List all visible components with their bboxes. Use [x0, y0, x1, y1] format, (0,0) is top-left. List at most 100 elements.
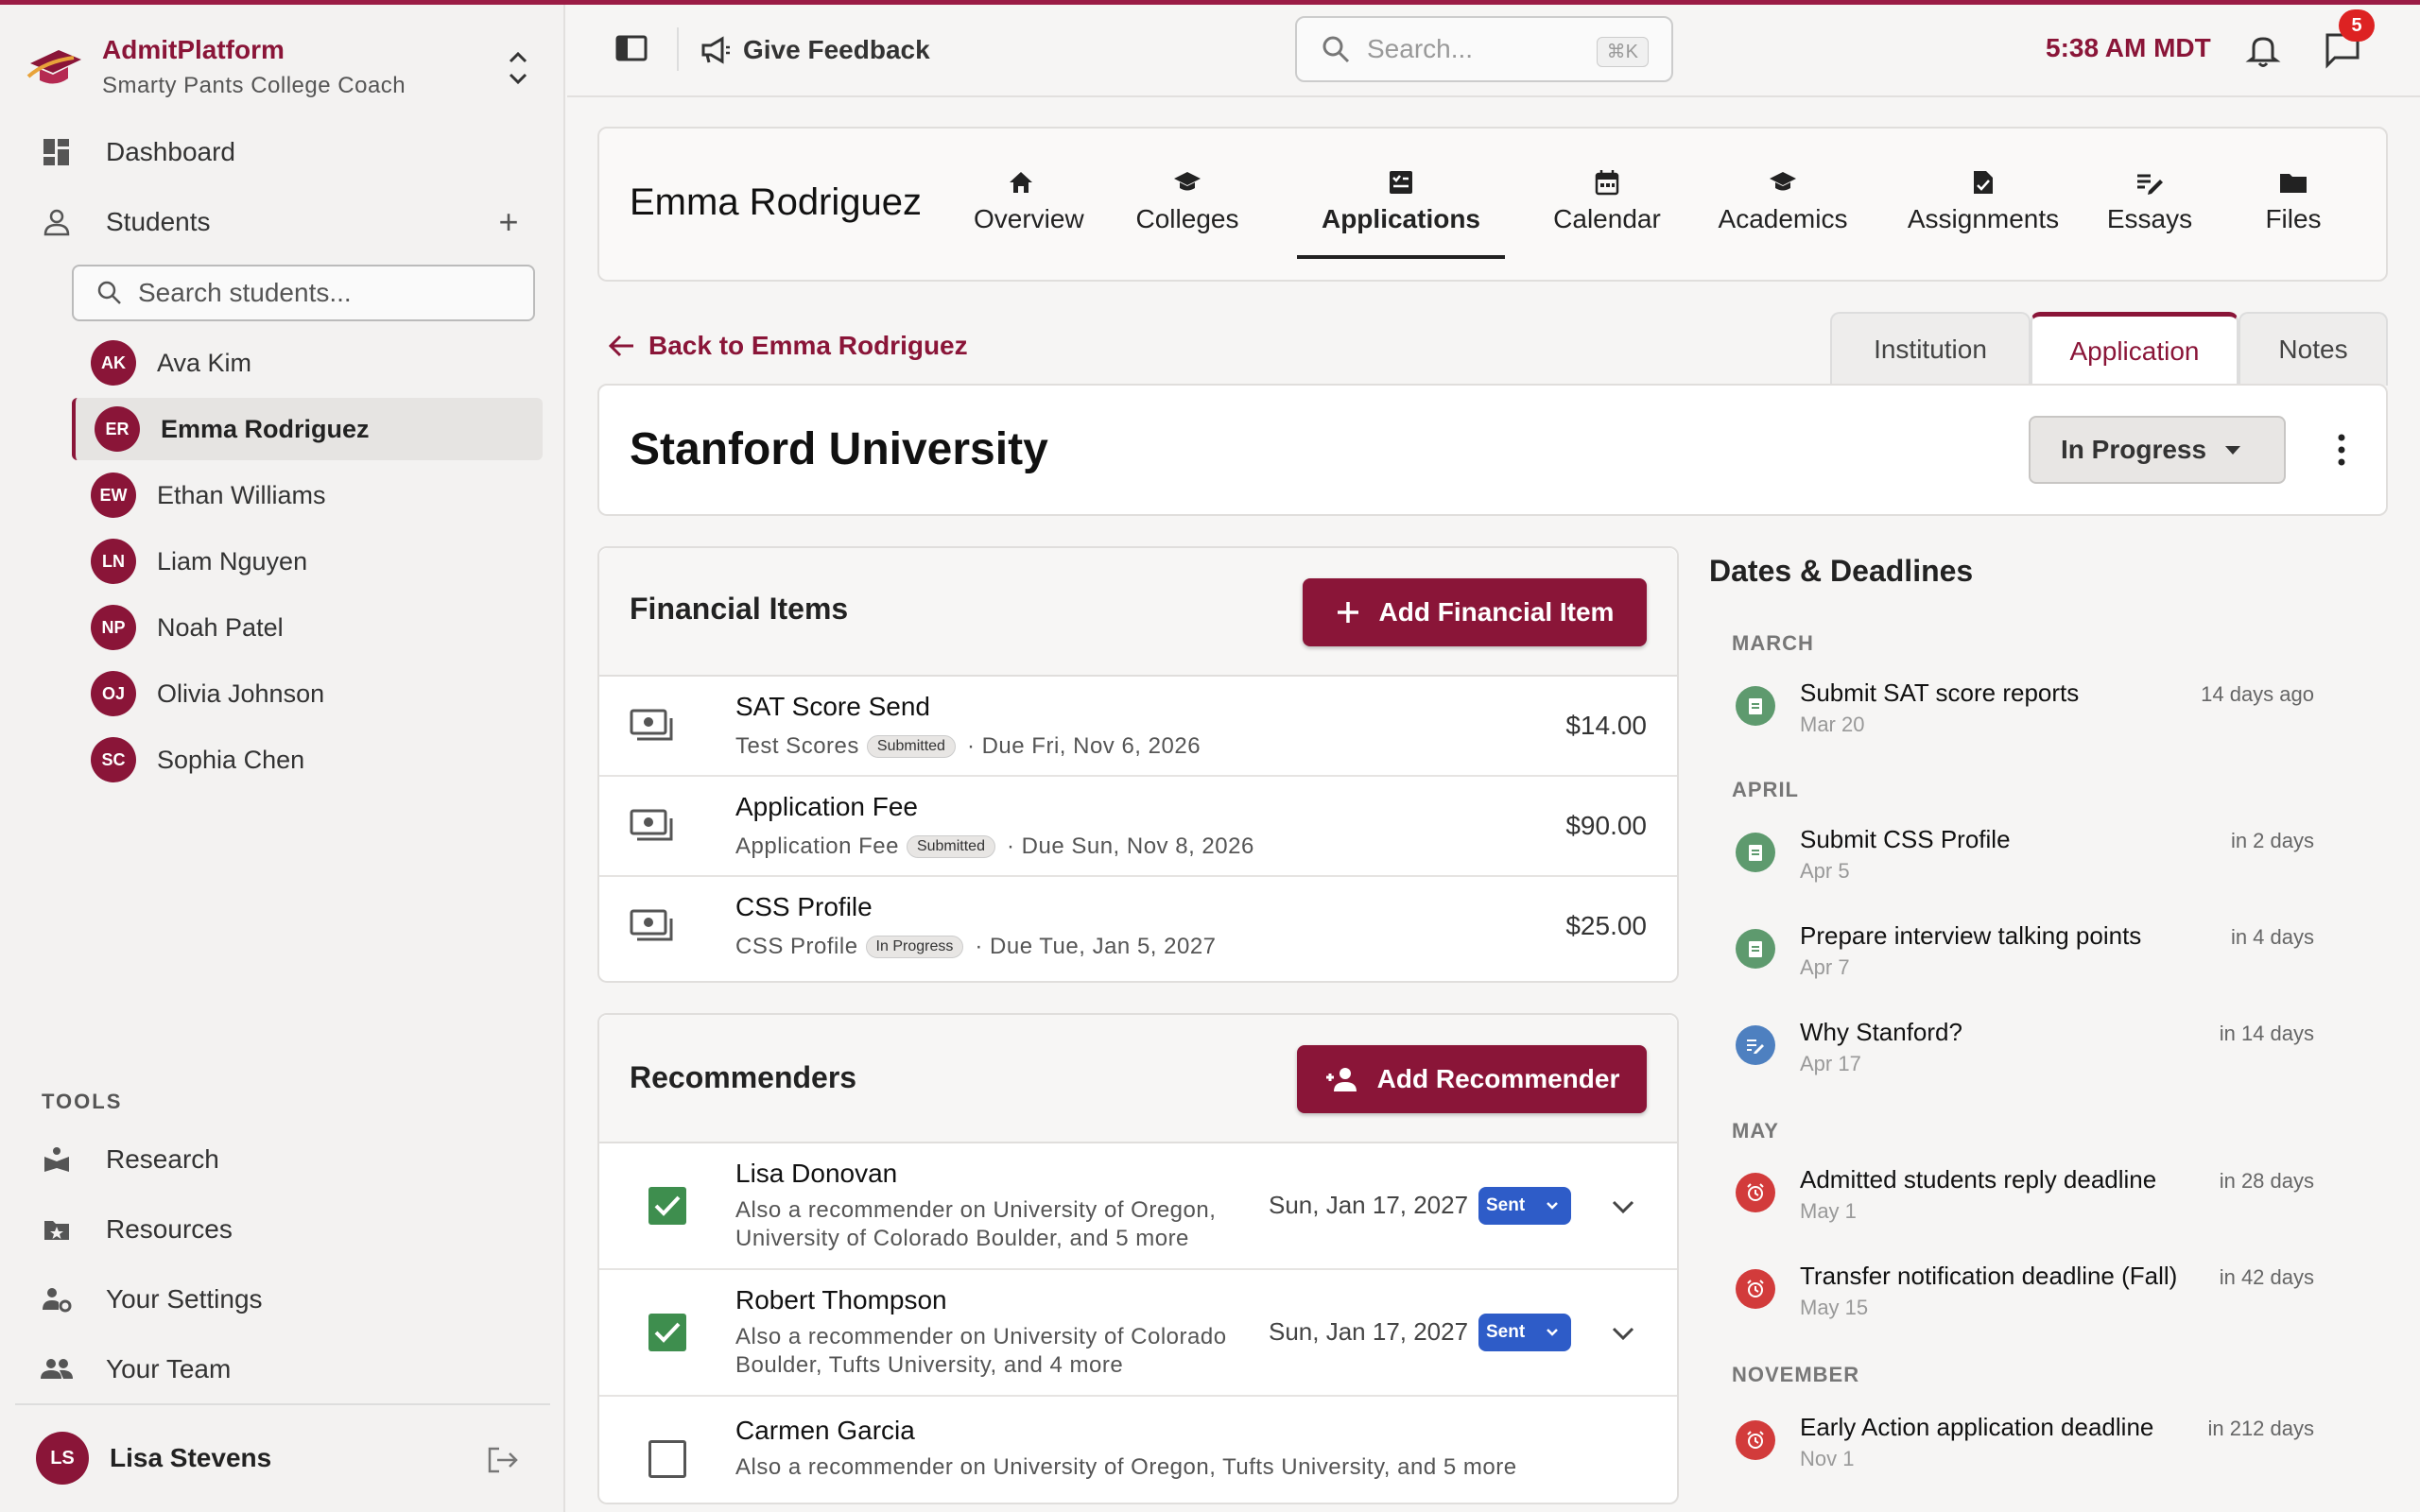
file-check-icon [1889, 166, 2078, 198]
group-icon [38, 1350, 76, 1388]
deadline-item[interactable]: Prepare interview talking points Apr 7 i… [1736, 921, 2314, 997]
institution-card: Stanford University In Progress [597, 384, 2388, 516]
dashboard-icon [38, 133, 76, 171]
recommender-row[interactable]: Lisa Donovan Also a recommender on Unive… [599, 1143, 1677, 1270]
recommender-row[interactable]: Carmen Garcia Also a recommender on Univ… [599, 1397, 1677, 1512]
folder-icon [2256, 166, 2331, 198]
user-avatar: LS [36, 1432, 89, 1485]
deadline-item[interactable]: Admitted students reply deadline May 1 i… [1736, 1165, 2314, 1241]
search-shortcut: ⌘K [1596, 37, 1649, 67]
person-icon [38, 203, 76, 241]
month-heading: APRIL [1732, 778, 1799, 801]
deadline-relative: in 14 days [2219, 1022, 2314, 1045]
plus-icon [1336, 600, 1360, 625]
search-students-input[interactable]: Search students... [72, 265, 535, 321]
financial-item-meta: Test Scores Submitted · Due Fri, Nov 6, … [735, 733, 1201, 760]
subtab-application[interactable]: Application [2031, 312, 2238, 386]
megaphone-icon [701, 36, 730, 64]
user-settings-icon [38, 1280, 76, 1318]
tab-applications[interactable]: Applications [1297, 166, 1505, 259]
tab-label: Academics [1718, 204, 1848, 233]
recommender-row[interactable]: Robert Thompson Also a recommender on Un… [599, 1270, 1677, 1397]
financial-item-amount: $90.00 [1565, 811, 1647, 840]
subtab-institution[interactable]: Institution [1830, 312, 2031, 386]
sidebar-toggle-icon[interactable] [614, 31, 648, 65]
financial-item-row[interactable]: Application Fee Application Fee Submitte… [599, 777, 1677, 877]
chevron-down-icon[interactable] [1609, 1193, 1637, 1221]
nav-research-label: Research [106, 1144, 219, 1174]
deadline-item[interactable]: Why Stanford? Apr 17 in 14 days [1736, 1018, 2314, 1093]
back-link[interactable]: Back to Emma Rodriguez [607, 327, 968, 365]
star-folder-icon [38, 1211, 76, 1248]
avatar: AK [91, 340, 136, 386]
status-dropdown[interactable]: Sent [1478, 1314, 1571, 1351]
logout-icon[interactable] [484, 1443, 522, 1477]
student-item-ethan-williams[interactable]: EW Ethan Williams [72, 464, 543, 526]
recommender-name: Carmen Garcia [735, 1416, 915, 1445]
deadline-item[interactable]: Early Action application deadline Nov 1 … [1736, 1413, 2314, 1488]
current-user: LS Lisa Stevens [15, 1403, 550, 1507]
status-dropdown[interactable]: In Progress [2029, 416, 2286, 484]
deadline-date: Apr 17 [1800, 1052, 1861, 1075]
org-switcher[interactable]: AdmitPlatform Smarty Pants College Coach [26, 29, 537, 105]
tab-calendar[interactable]: Calendar [1531, 166, 1683, 246]
book-reader-icon [38, 1141, 76, 1178]
tab-essays[interactable]: Essays [2093, 166, 2206, 246]
bell-icon[interactable] [2244, 31, 2282, 69]
avatar: EW [91, 472, 136, 518]
financial-item-category: Test Scores [735, 733, 859, 759]
money-icon [630, 809, 673, 841]
tab-label: Files [2265, 204, 2322, 233]
recommenders-header: Recommenders Add Recommender [599, 1015, 1677, 1143]
student-header-card: Emma Rodriguez Overview Colleges Applica… [597, 127, 2388, 282]
task-icon [1736, 929, 1775, 969]
chevron-up-down-icon[interactable] [499, 44, 537, 92]
give-feedback-button[interactable]: Give Feedback [700, 24, 930, 77]
nav-your-team-label: Your Team [106, 1354, 232, 1383]
recommenders-section: Recommenders Add Recommender Lisa Donova… [597, 1013, 1679, 1504]
deadline-date: Apr 5 [1800, 859, 1850, 883]
nav-students[interactable]: Students + [38, 196, 539, 249]
add-student-button[interactable]: + [488, 201, 529, 243]
subtab-notes[interactable]: Notes [2238, 312, 2388, 386]
deadline-date: May 15 [1800, 1296, 1869, 1319]
global-search-input[interactable]: Search... ⌘K [1295, 16, 1673, 82]
financial-items-header: Financial Items Add Financial Item [599, 548, 1677, 677]
recommender-checkbox[interactable] [648, 1314, 686, 1351]
recommenders-title: Recommenders [630, 1060, 857, 1094]
more-vertical-icon[interactable] [2337, 433, 2346, 467]
org-name: Smarty Pants College Coach [102, 73, 406, 98]
deadline-item[interactable]: Transfer notification deadline (Fall) Ma… [1736, 1262, 2314, 1337]
message-count-badge: 5 [2339, 9, 2375, 42]
status-dropdown[interactable]: Sent [1478, 1187, 1571, 1225]
financial-item-row[interactable]: SAT Score Send Test Scores Submitted · D… [599, 677, 1677, 777]
nav-your-settings[interactable]: Your Settings [38, 1273, 539, 1326]
student-item-liam-nguyen[interactable]: LN Liam Nguyen [72, 530, 543, 593]
tab-overview[interactable]: Overview [974, 166, 1084, 246]
financial-item-title: SAT Score Send [735, 692, 930, 721]
deadline-item[interactable]: Submit CSS Profile Apr 5 in 2 days [1736, 825, 2314, 901]
chevron-down-icon[interactable] [1609, 1319, 1637, 1348]
financial-item-row[interactable]: CSS Profile CSS Profile In Progress · Du… [599, 877, 1677, 977]
add-recommender-button[interactable]: Add Recommender [1297, 1045, 1647, 1113]
student-name: Noah Patel [157, 612, 284, 642]
add-financial-item-button[interactable]: Add Financial Item [1303, 578, 1647, 646]
student-item-emma-rodriguez[interactable]: ER Emma Rodriguez [72, 398, 543, 460]
student-item-ava-kim[interactable]: AK Ava Kim [72, 332, 543, 394]
recommender-checkbox[interactable] [648, 1440, 686, 1478]
nav-research[interactable]: Research [38, 1133, 539, 1186]
nav-resources[interactable]: Resources [38, 1203, 539, 1256]
recommender-date: Sun, Jan 17, 2027 [1269, 1317, 1469, 1346]
student-item-olivia-johnson[interactable]: OJ Olivia Johnson [72, 662, 543, 725]
clipboard-icon [1297, 166, 1505, 198]
nav-dashboard[interactable]: Dashboard [38, 126, 539, 179]
recommender-checkbox[interactable] [648, 1187, 686, 1225]
tab-files[interactable]: Files [2256, 166, 2331, 246]
student-item-sophia-chen[interactable]: SC Sophia Chen [72, 729, 543, 791]
tab-academics[interactable]: Academics [1698, 166, 1868, 246]
tab-assignments[interactable]: Assignments [1889, 166, 2078, 246]
tab-colleges[interactable]: Colleges [1123, 166, 1252, 246]
student-item-noah-patel[interactable]: NP Noah Patel [72, 596, 543, 659]
nav-your-team[interactable]: Your Team [38, 1343, 539, 1396]
deadline-item[interactable]: Submit SAT score reports Mar 20 14 days … [1736, 679, 2314, 754]
